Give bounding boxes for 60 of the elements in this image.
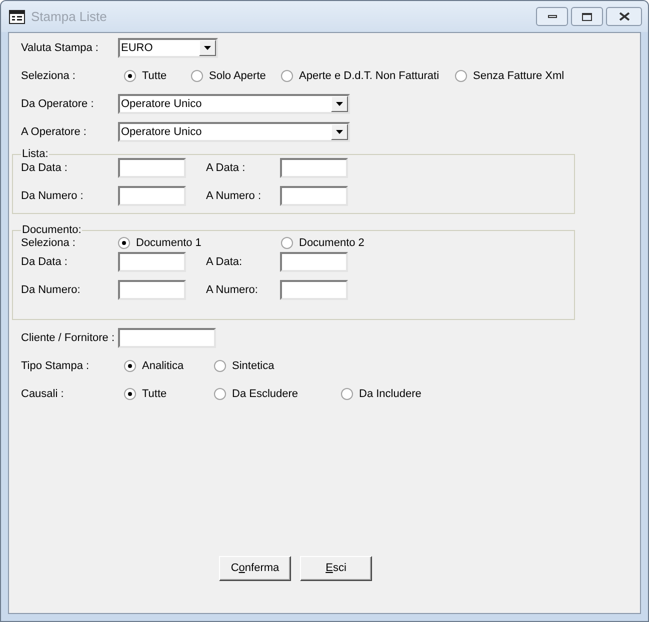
radio-label: Tutte [142, 386, 167, 402]
input-field[interactable] [118, 280, 186, 300]
dialog-button[interactable]: Conferma [219, 556, 291, 581]
window-icon [9, 10, 25, 24]
radio-label: Aperte e D.d.T. Non Fatturati [299, 68, 440, 84]
input-field[interactable] [118, 328, 216, 348]
radio-button[interactable] [214, 360, 226, 372]
radio-label: Documento 1 [136, 236, 202, 251]
radio-button[interactable] [341, 388, 353, 400]
dropdown[interactable]: Operatore Unico [118, 122, 350, 142]
radio-button[interactable] [118, 237, 130, 249]
radio-button[interactable] [281, 237, 293, 249]
field-label: Da Operatore : [21, 96, 95, 112]
field-label: Da Numero : [21, 188, 84, 204]
radio-button[interactable] [455, 70, 467, 82]
input-field[interactable] [118, 158, 186, 178]
input-field[interactable] [280, 280, 348, 300]
radio-label: Analitica [142, 358, 184, 374]
dropdown[interactable]: Operatore Unico [118, 94, 350, 114]
radio-button[interactable] [191, 70, 203, 82]
field-label: Valuta Stampa : [21, 40, 100, 56]
field-label: Tipo Stampa : [21, 358, 90, 374]
radio-label: Documento 2 [299, 236, 364, 251]
close-icon [618, 12, 630, 21]
field-label: A Numero : [206, 188, 262, 204]
maximize-button[interactable] [571, 7, 603, 26]
window-title: Stampa Liste [31, 8, 107, 26]
radio-button[interactable] [124, 360, 136, 372]
field-label: A Data: [206, 254, 244, 270]
radio-label: Solo Aperte [209, 68, 266, 84]
radio-button[interactable] [124, 388, 136, 400]
field-label: A Operatore : [21, 124, 88, 140]
minimize-button[interactable] [536, 7, 568, 26]
dropdown[interactable]: EURO [118, 38, 218, 58]
input-field[interactable] [280, 186, 348, 206]
close-button[interactable] [606, 7, 642, 26]
radio-label: Da Includere [359, 386, 422, 402]
radio-button[interactable] [214, 388, 226, 400]
input-field[interactable] [118, 252, 186, 272]
radio-button[interactable] [281, 70, 293, 82]
field-label: Causali : [21, 386, 65, 402]
radio-label: Senza Fatture Xml [473, 68, 564, 84]
radio-label: Tutte [142, 68, 167, 84]
group-title: Documento: [21, 224, 82, 236]
input-field[interactable] [280, 252, 348, 272]
radio-button[interactable] [124, 70, 136, 82]
field-label: Da Data : [21, 254, 68, 270]
field-label: Da Data : [21, 160, 68, 176]
group-title: Lista: [21, 148, 50, 160]
input-field[interactable] [118, 186, 186, 206]
field-label: Cliente / Fornitore : [21, 330, 116, 346]
radio-label: Da Escludere [232, 386, 298, 402]
input-field[interactable] [280, 158, 348, 178]
field-label: Seleziona : [21, 68, 76, 84]
dialog-button[interactable]: Esci [300, 556, 372, 581]
field-label: A Data : [206, 160, 246, 176]
field-label: A Numero: [206, 282, 259, 298]
field-label: Da Numero: [21, 282, 82, 298]
radio-label: Sintetica [232, 358, 274, 374]
field-label: Seleziona : [21, 236, 76, 251]
